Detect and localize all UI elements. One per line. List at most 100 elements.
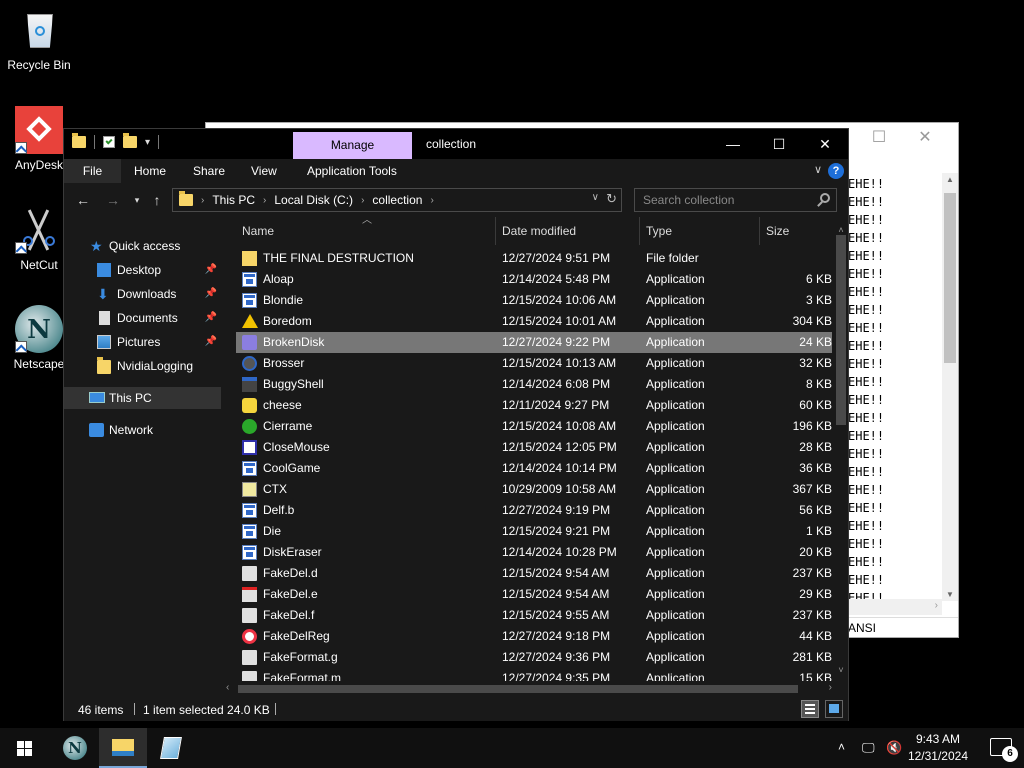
file-row[interactable]: Blondie 12/15/2024 10:06 AM Application 3 K…: [236, 290, 832, 311]
file-row[interactable]: THE FINAL DESTRUCTION 12/27/2024 9:51 PM F…: [236, 248, 832, 269]
network-icon[interactable]: 🖵: [862, 740, 875, 756]
file-list-vertical-scrollbar[interactable]: ˄ ˅: [834, 225, 848, 675]
properties-icon[interactable]: [103, 136, 115, 148]
file-row[interactable]: Boredom 12/15/2024 10:01 AM Application 304…: [236, 311, 832, 332]
new-folder-icon[interactable]: [123, 133, 137, 148]
up-arrow-icon[interactable]: ↑: [146, 189, 168, 211]
pin-icon[interactable]: 📌: [205, 259, 217, 281]
nav-item-pictures[interactable]: Pictures 📌: [64, 331, 221, 353]
show-hidden-icons-chevron-icon[interactable]: ˄: [838, 740, 845, 754]
close-icon[interactable]: ✕: [902, 127, 948, 147]
help-icon[interactable]: ?: [828, 163, 844, 179]
notepad-horizontal-scrollbar[interactable]: ›: [848, 599, 942, 615]
scroll-up-icon[interactable]: ˄: [834, 225, 848, 235]
search-box[interactable]: [634, 188, 837, 212]
notepad-line: EHE!!: [848, 303, 885, 317]
manage-context-tab[interactable]: Manage: [293, 132, 412, 159]
nav-item-network[interactable]: Network: [64, 419, 221, 441]
taskbar-file-explorer[interactable]: [99, 728, 147, 768]
title-bar[interactable]: ▾ Manage collection — ☐ ✕: [64, 129, 848, 159]
file-row[interactable]: FakeFormat.g 12/27/2024 9:36 PM Applicatio…: [236, 647, 832, 668]
scroll-left-icon[interactable]: ‹: [226, 682, 229, 693]
maximize-icon[interactable]: ☐: [856, 127, 902, 147]
file-row[interactable]: CloseMouse 12/15/2024 12:05 PM Application…: [236, 437, 832, 458]
scrollbar-thumb[interactable]: [944, 193, 956, 363]
scroll-right-icon[interactable]: ›: [829, 682, 832, 693]
recent-locations-chevron-icon[interactable]: ▾: [126, 189, 148, 211]
breadcrumb-separator-icon[interactable]: ›: [430, 195, 433, 206]
tab-share[interactable]: Share: [193, 159, 225, 183]
address-bar[interactable]: › This PC › Local Disk (C:) › collection…: [172, 188, 622, 212]
refresh-icon[interactable]: ↻: [606, 191, 617, 207]
file-row[interactable]: FakeDel.e 12/15/2024 9:54 AM Application 29…: [236, 584, 832, 605]
breadcrumb-separator-icon[interactable]: ›: [201, 195, 204, 206]
file-row[interactable]: BuggyShell 12/14/2024 6:08 PM Application 8…: [236, 374, 832, 395]
notepad-text[interactable]: EHE!! EHE!! EHE!! EHE!! EHE!! EHE!! EHE!! EHE!!…: [848, 175, 938, 599]
nav-item-this-pc[interactable]: This PC: [64, 387, 221, 409]
file-list-horizontal-scrollbar[interactable]: ‹ ›: [222, 681, 834, 697]
file-row[interactable]: FakeDelReg 12/27/2024 9:18 PM Application 4…: [236, 626, 832, 647]
breadcrumb-separator-icon[interactable]: ›: [263, 195, 266, 206]
search-icon[interactable]: [820, 193, 830, 203]
tab-file[interactable]: File: [64, 159, 121, 183]
column-header-type[interactable]: Type: [640, 217, 760, 245]
file-row[interactable]: Brosser 12/15/2024 10:13 AM Application 32 …: [236, 353, 832, 374]
back-arrow-icon[interactable]: ←: [72, 189, 94, 211]
file-row[interactable]: Aloap 12/14/2024 5:48 PM Application 6 KB: [236, 269, 832, 290]
file-row[interactable]: CoolGame 12/14/2024 10:14 PM Application 36…: [236, 458, 832, 479]
nav-item-quick-access[interactable]: ★ Quick access: [64, 235, 221, 257]
scroll-up-icon[interactable]: ▲: [942, 175, 958, 184]
scroll-right-icon[interactable]: ›: [935, 600, 938, 611]
close-button[interactable]: ✕: [802, 129, 848, 159]
nav-item-downloads[interactable]: ⬇ Downloads 📌: [64, 283, 221, 305]
pin-icon[interactable]: 📌: [205, 331, 217, 353]
address-dropdown-chevron-icon[interactable]: ∨: [592, 192, 599, 203]
forward-arrow-icon[interactable]: →: [102, 189, 124, 211]
taskbar-netscape[interactable]: N: [51, 728, 99, 768]
breadcrumb-collection[interactable]: collection: [372, 193, 422, 207]
volume-muted-icon[interactable]: 🔇: [886, 740, 902, 756]
column-header-size[interactable]: Size: [760, 217, 834, 245]
file-row[interactable]: Die 12/15/2024 9:21 PM Application 1 KB: [236, 521, 832, 542]
pin-icon[interactable]: 📌: [205, 307, 217, 329]
file-row[interactable]: Cierrame 12/15/2024 10:08 AM Application 19…: [236, 416, 832, 437]
minimize-button[interactable]: —: [710, 129, 756, 159]
file-explorer-window[interactable]: ▾ Manage collection — ☐ ✕ File Home Shar…: [63, 128, 849, 721]
search-input[interactable]: [635, 189, 815, 211]
clock[interactable]: 9:43 AM 12/31/2024: [908, 731, 968, 765]
breadcrumb-this-pc[interactable]: This PC: [212, 193, 255, 207]
scrollbar-thumb[interactable]: [238, 685, 798, 693]
large-icons-view-icon[interactable]: [825, 700, 843, 718]
details-view-icon[interactable]: [801, 700, 819, 718]
tab-view[interactable]: View: [251, 159, 277, 183]
scrollbar-thumb[interactable]: [836, 235, 846, 425]
column-header-name[interactable]: Name: [236, 217, 496, 245]
taskbar-notepad[interactable]: [148, 728, 196, 768]
scroll-down-icon[interactable]: ˅: [834, 665, 848, 675]
expand-ribbon-icon[interactable]: ∨: [814, 163, 822, 176]
file-row[interactable]: BrokenDisk 12/27/2024 9:22 PM Application 2…: [236, 332, 832, 353]
file-row[interactable]: CTX 10/29/2009 10:58 AM Application 367 KB: [236, 479, 832, 500]
tab-home[interactable]: Home: [134, 159, 166, 183]
start-button[interactable]: [0, 728, 48, 768]
customize-chevron-icon[interactable]: ▾: [145, 137, 150, 148]
file-row[interactable]: FakeFormat.m 12/27/2024 9:35 PM Applicatio…: [236, 668, 832, 681]
notepad-vertical-scrollbar[interactable]: ▲ ▼: [942, 173, 958, 601]
recycle-bin-shortcut[interactable]: Recycle Bin: [0, 6, 78, 72]
nav-item-documents[interactable]: Documents 📌: [64, 307, 221, 329]
tab-application-tools[interactable]: Application Tools: [307, 159, 397, 183]
maximize-button[interactable]: ☐: [756, 129, 802, 159]
nav-item-desktop[interactable]: Desktop 📌: [64, 259, 221, 281]
breadcrumb-separator-icon[interactable]: ›: [361, 195, 364, 206]
file-row[interactable]: FakeDel.d 12/15/2024 9:54 AM Application 23…: [236, 563, 832, 584]
file-row[interactable]: FakeDel.f 12/15/2024 9:55 AM Application 23…: [236, 605, 832, 626]
file-row[interactable]: cheese 12/11/2024 9:27 PM Application 60 KB: [236, 395, 832, 416]
scroll-down-icon[interactable]: ▼: [942, 590, 958, 599]
breadcrumb-local-disk[interactable]: Local Disk (C:): [274, 193, 353, 207]
file-size: 24 KB: [799, 335, 832, 349]
file-row[interactable]: Delf.b 12/27/2024 9:19 PM Application 56 KB: [236, 500, 832, 521]
pin-icon[interactable]: 📌: [205, 283, 217, 305]
nav-item-nvidialogging[interactable]: NvidiaLogging: [64, 355, 221, 377]
column-header-date-modified[interactable]: Date modified: [496, 217, 640, 245]
file-row[interactable]: DiskEraser 12/14/2024 10:28 PM Application…: [236, 542, 832, 563]
